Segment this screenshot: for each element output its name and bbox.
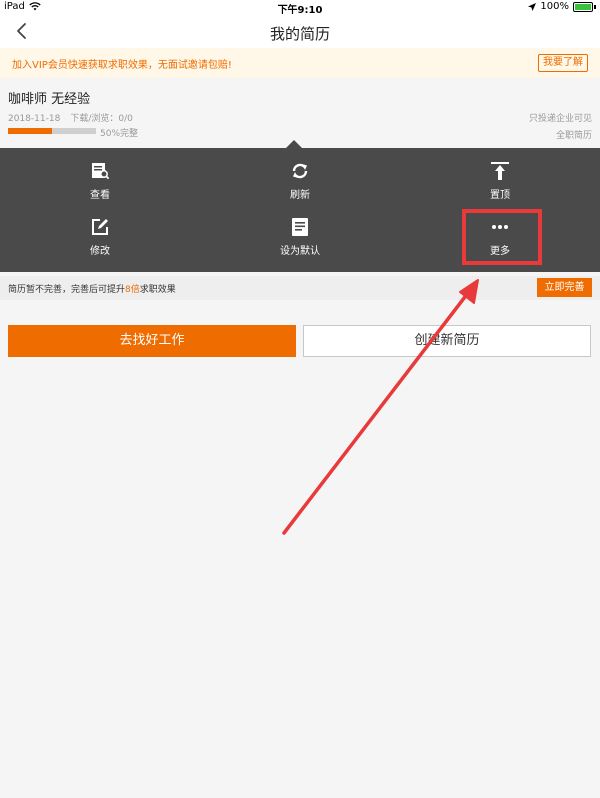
complete-now-button[interactable]: 立即完善: [537, 278, 592, 297]
nav-bar: 我的简历: [0, 14, 600, 48]
view-document-icon: [92, 163, 110, 180]
resume-date: 2018-11-18: [8, 114, 61, 124]
action-refresh-label: 刷新: [290, 190, 310, 201]
vip-banner-text: 加入VIP会员快速获取求职效果，无面试邀请包赔!: [12, 60, 232, 71]
action-pin-top[interactable]: 置顶: [440, 162, 560, 212]
action-view[interactable]: 查看: [40, 162, 160, 212]
action-set-default-label: 设为默认: [280, 246, 320, 257]
resume-visibility: 只投递企业可见: [528, 114, 592, 124]
resume-stats: 下载/浏览：0/0: [70, 114, 133, 124]
resume-meta: 2018-11-18 下载/浏览：0/0: [8, 111, 143, 124]
page-title: 我的简历: [269, 25, 330, 43]
set-default-icon: [292, 218, 308, 236]
battery-icon: [573, 1, 593, 12]
action-view-label: 查看: [90, 190, 110, 201]
find-job-button[interactable]: 去找好工作: [8, 325, 296, 357]
vip-banner: 加入VIP会员快速获取求职效果，无面试邀请包赔! 我要了解: [0, 48, 600, 78]
create-resume-button[interactable]: 创建新简历: [303, 325, 591, 357]
action-edit[interactable]: 修改: [40, 218, 160, 268]
complete-banner-text-before: 简历暂不完善，完善后可提升: [8, 285, 126, 295]
location-arrow-icon: [528, 2, 537, 11]
pin-top-icon: [491, 162, 509, 180]
status-right: 100%: [528, 1, 596, 12]
resume-title: 咖啡师 无经验: [8, 92, 91, 107]
resume-card[interactable]: 咖啡师 无经验 2018-11-18 下载/浏览：0/0 50%完整 只投递企业可…: [0, 78, 600, 148]
complete-banner-highlight: 8倍: [125, 285, 140, 295]
complete-banner-text-after: 求职效果: [139, 285, 176, 295]
action-edit-label: 修改: [90, 246, 110, 257]
battery-percent: 100%: [540, 1, 569, 12]
status-bar: iPad 下午9:10 100%: [0, 0, 600, 16]
refresh-icon: [292, 163, 308, 179]
edit-icon: [92, 219, 108, 235]
learn-more-button[interactable]: 我要了解: [538, 54, 588, 72]
resume-action-menu: 查看 刷新 置顶 修改 设为默认 更多: [0, 148, 600, 272]
action-set-default[interactable]: 设为默认: [240, 218, 360, 268]
completion-text: 50%完整: [100, 129, 139, 139]
completion-progress-bar: [8, 128, 96, 134]
complete-resume-banner: 简历暂不完善，完善后可提升8倍求职效果 立即完善: [0, 276, 600, 300]
complete-banner-text: 简历暂不完善，完善后可提升8倍求职效果: [8, 282, 176, 295]
action-pin-top-label: 置顶: [490, 190, 510, 201]
completion-progress-fill: [8, 128, 52, 134]
annotation-highlight-box: [462, 209, 542, 265]
resume-type: 全职简历: [555, 131, 592, 141]
battery-tip: [594, 4, 596, 9]
action-refresh[interactable]: 刷新: [240, 162, 360, 212]
menu-pointer: [286, 140, 302, 148]
